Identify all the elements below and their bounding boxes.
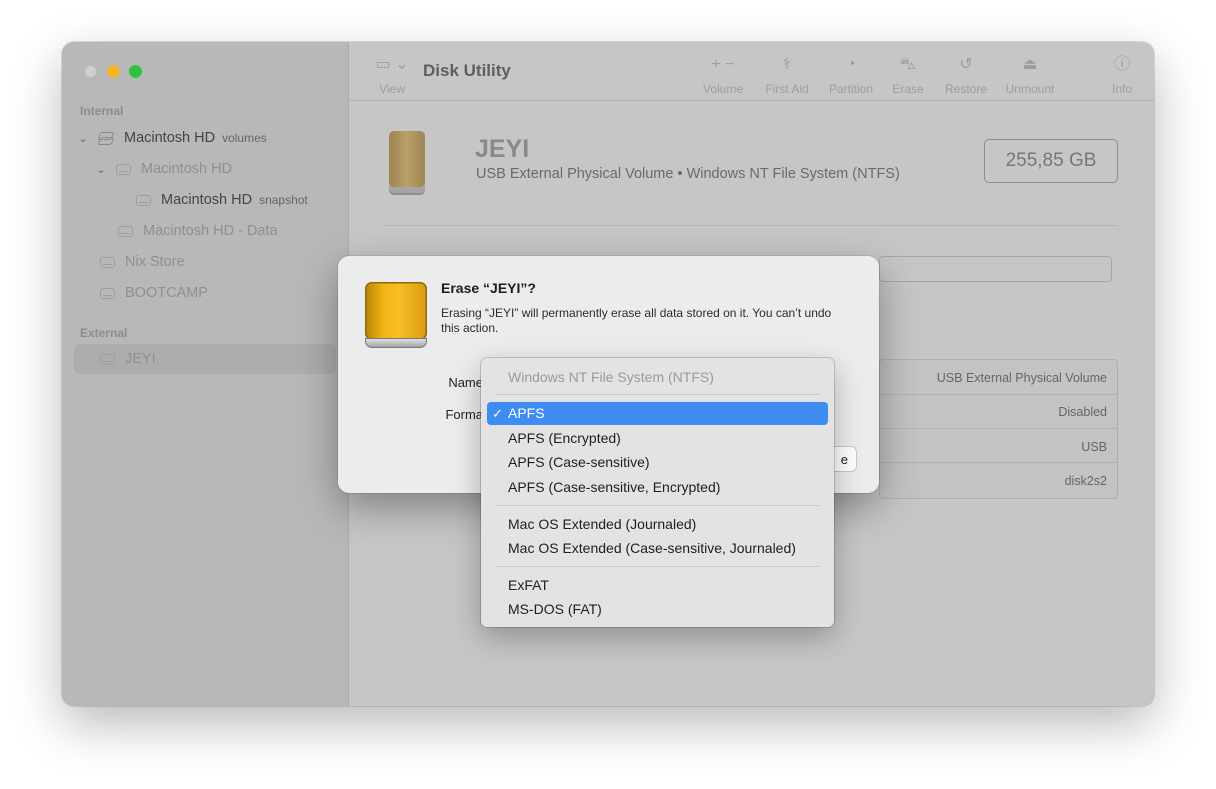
sidebar-item-label: Macintosh HD: [161, 192, 253, 208]
divider: [385, 225, 1118, 226]
pie-chart-icon: ◔: [846, 56, 856, 73]
eject-icon: ⏏: [1022, 56, 1038, 73]
add-remove-volume-icon: + −: [711, 56, 735, 73]
disk-icon: [100, 353, 115, 365]
sidebar-item-macintosh-hd-snapshot[interactable]: Macintosh HD snapshot: [136, 186, 308, 214]
sidebar: Internal ⌄ Macintosh HD volumes ⌄ Macint…: [62, 42, 349, 706]
erase-button[interactable]: ⛍ Erase: [886, 56, 930, 96]
sidebar-item-macintosh-hd-volume[interactable]: ⌄ Macintosh HD: [94, 155, 232, 183]
close-window-button[interactable]: [84, 65, 97, 78]
toolbar: ▭ ⌄ View Disk Utility + − Volume ⚕ First…: [349, 42, 1154, 101]
format-popup-menu: Windows NT File System (NTFS) ✓ APFS APF…: [481, 358, 834, 627]
external-drive-icon: [389, 131, 425, 193]
drive-name: JEYI: [475, 135, 530, 163]
info-table: USB External Physical Volume Disabled US…: [879, 359, 1118, 499]
first-aid-label: First Aid: [765, 82, 809, 96]
divider: [880, 462, 1117, 463]
volume-label: Volume: [702, 82, 744, 96]
menu-item-apfs[interactable]: ✓ APFS: [487, 402, 828, 425]
sidebar-item-label: Nix Store: [125, 254, 185, 270]
menu-separator: [495, 394, 820, 395]
sidebar-item-macintosh-hd-data[interactable]: Macintosh HD - Data: [118, 217, 278, 245]
name-label: Name: [448, 375, 483, 390]
info-value: disk2s2: [1064, 474, 1107, 488]
partition-button[interactable]: ◔ Partition: [823, 56, 879, 96]
menu-item-apfs-encrypted[interactable]: APFS (Encrypted): [487, 427, 828, 450]
sidebar-section-external: External: [80, 326, 128, 340]
menu-item-apfs-case-sensitive[interactable]: APFS (Case-sensitive): [487, 451, 828, 474]
sidebar-toggle-icon: ▭ ⌄: [375, 56, 409, 73]
chevron-down-icon[interactable]: ⌄: [94, 163, 108, 176]
format-label: Forma: [445, 407, 483, 422]
view-button[interactable]: ▭ ⌄ View: [372, 56, 412, 96]
stethoscope-icon: ⚕: [782, 56, 792, 73]
menu-item-mac-os-extended-case-sensitive-journaled[interactable]: Mac OS Extended (Case-sensitive, Journal…: [487, 537, 828, 560]
partition-label: Partition: [828, 82, 874, 96]
menu-item-ms-dos-fat[interactable]: MS-DOS (FAT): [487, 598, 828, 621]
sidebar-item-label: Macintosh HD: [141, 161, 233, 177]
restore-label: Restore: [944, 82, 988, 96]
menu-item-label: APFS: [508, 405, 545, 421]
sidebar-item-label: BOOTCAMP: [125, 285, 208, 301]
eraser-icon: ⛍: [899, 56, 917, 73]
info-value: USB: [1081, 440, 1107, 454]
checkmark-icon: ✓: [492, 406, 503, 421]
minimize-window-button[interactable]: [107, 65, 120, 78]
restore-button[interactable]: ↺ Restore: [941, 56, 991, 96]
dialog-title: Erase “JEYI”?: [441, 280, 536, 296]
drive-description: USB External Physical Volume • Windows N…: [476, 166, 900, 182]
divider: [880, 428, 1117, 429]
volume-button[interactable]: + − Volume: [699, 56, 747, 96]
info-label: Info: [1111, 82, 1132, 96]
sidebar-item-bootcamp[interactable]: BOOTCAMP: [100, 279, 208, 307]
window-title: Disk Utility: [423, 61, 511, 80]
sidebar-item-macintosh-hd-container[interactable]: ⌄ Macintosh HD volumes: [76, 124, 267, 152]
sidebar-item-nix-store[interactable]: Nix Store: [100, 248, 185, 276]
volume-stack-icon: [97, 131, 115, 145]
chevron-down-icon[interactable]: ⌄: [76, 132, 90, 145]
sidebar-item-jeyi[interactable]: JEYI: [100, 345, 156, 373]
info-button[interactable]: ⓘ Info: [1107, 56, 1137, 96]
sidebar-item-label: Macintosh HD: [124, 130, 216, 146]
usage-bar: [879, 256, 1112, 282]
capacity-badge: 255,85 GB: [984, 139, 1118, 183]
disk-icon: [136, 194, 151, 206]
sidebar-section-internal: Internal: [80, 104, 124, 118]
sidebar-item-label: JEYI: [125, 351, 156, 367]
info-value: Disabled: [1058, 405, 1107, 419]
disk-icon: [116, 163, 131, 175]
unmount-label: Unmount: [1005, 82, 1055, 96]
menu-item-apfs-case-sensitive-encrypted[interactable]: APFS (Case-sensitive, Encrypted): [487, 476, 828, 499]
erase-label: Erase: [892, 82, 924, 96]
menu-separator: [495, 566, 820, 567]
restore-icon: ↺: [959, 56, 973, 73]
zoom-window-button[interactable]: [129, 65, 142, 78]
disk-icon: [100, 256, 115, 268]
sidebar-item-label: Macintosh HD - Data: [143, 223, 278, 239]
first-aid-button[interactable]: ⚕ First Aid: [759, 56, 815, 96]
dialog-message: Erasing “JEYI” will permanently erase al…: [441, 306, 832, 335]
menu-item-exfat[interactable]: ExFAT: [487, 574, 828, 597]
sidebar-item-sublabel: volumes: [222, 131, 267, 145]
info-icon: ⓘ: [1113, 56, 1130, 73]
menu-item-ntfs: Windows NT File System (NTFS): [508, 369, 714, 385]
info-value: USB External Physical Volume: [936, 371, 1107, 385]
divider: [880, 394, 1117, 395]
disk-icon: [100, 287, 115, 299]
external-drive-icon: [365, 282, 427, 348]
menu-item-mac-os-extended-journaled[interactable]: Mac OS Extended (Journaled): [487, 513, 828, 536]
view-label: View: [379, 82, 405, 96]
disk-icon: [118, 225, 133, 237]
menu-separator: [495, 505, 820, 506]
sidebar-item-sublabel: snapshot: [259, 193, 308, 207]
unmount-button[interactable]: ⏏ Unmount: [1000, 56, 1060, 96]
